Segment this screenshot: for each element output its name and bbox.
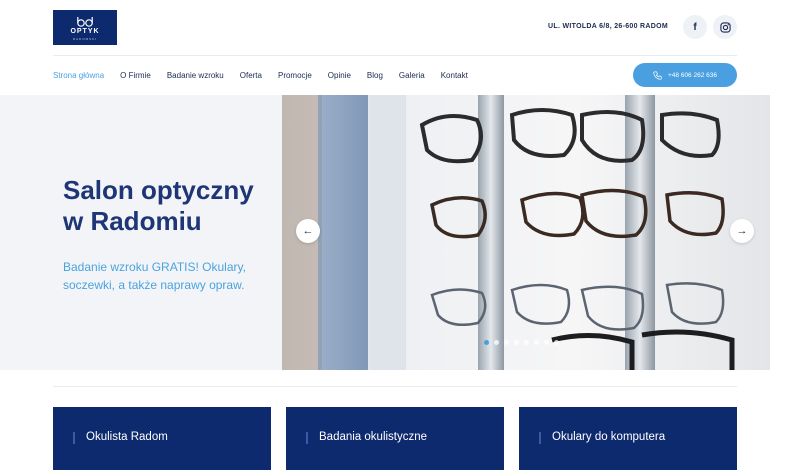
- logo-text: OPTYK: [70, 28, 100, 35]
- slider-dot[interactable]: [494, 340, 499, 345]
- slider-prev-arrow-icon[interactable]: ←: [296, 219, 320, 243]
- slider-dot[interactable]: [504, 340, 509, 345]
- nav-item-o-firmie[interactable]: O Firmie: [120, 71, 151, 80]
- slider-next-arrow-icon[interactable]: →: [730, 219, 754, 243]
- facebook-icon[interactable]: f: [683, 15, 707, 39]
- slider-dot[interactable]: [554, 340, 559, 345]
- service-card-badania[interactable]: Badania okulistyczne: [286, 407, 504, 470]
- page: OPTYK RADOMSKI UL. WITOLDA 6/8, 26-600 R…: [0, 0, 790, 470]
- section-divider: [53, 386, 737, 387]
- slider-dot[interactable]: [524, 340, 529, 345]
- nav-item-strona-główna[interactable]: Strona główna: [53, 71, 104, 80]
- header-divider: [53, 55, 737, 56]
- instagram-icon[interactable]: [713, 15, 737, 39]
- main-nav: Strona główna O Firmie Badanie wzroku Ofert…: [53, 71, 484, 80]
- phone-button[interactable]: +48 606 262 636: [633, 63, 737, 87]
- service-card-okulista[interactable]: Okulista Radom: [53, 407, 271, 470]
- card-label: Okulista Radom: [86, 431, 168, 443]
- nav-item-galeria[interactable]: Galeria: [399, 71, 425, 80]
- card-accent-bar: [73, 432, 75, 444]
- nav-item-promocje[interactable]: Promocje: [278, 71, 312, 80]
- nav-item-kontakt[interactable]: Kontakt: [441, 71, 468, 80]
- nav-item-blog[interactable]: Blog: [367, 71, 383, 80]
- card-label: Badania okulistyczne: [319, 431, 428, 443]
- card-accent-bar: [306, 432, 308, 444]
- slider-dot[interactable]: [514, 340, 519, 345]
- phone-icon: [653, 71, 662, 80]
- nav-item-oferta[interactable]: Oferta: [240, 71, 262, 80]
- hero-title: Salon optyczny w Radomiu: [63, 175, 254, 236]
- slider-dots: [484, 340, 559, 345]
- slider-dot[interactable]: [544, 340, 549, 345]
- hero-image: [282, 95, 770, 370]
- glasses-logo-icon: [77, 17, 93, 27]
- slider-dot[interactable]: [484, 340, 489, 345]
- logo-subtext: RADOMSKI: [72, 37, 97, 41]
- address: UL. WITOLDA 6/8, 26-600 RADOM: [548, 23, 668, 30]
- nav-item-opinie[interactable]: Opinie: [328, 71, 351, 80]
- card-accent-bar: [539, 432, 541, 444]
- phone-number: +48 606 262 636: [668, 71, 717, 79]
- service-card-okulary[interactable]: Okulary do komputera: [519, 407, 737, 470]
- hero-subtitle: Badanie wzroku GRATIS! Okulary, soczewki…: [63, 260, 246, 292]
- nav-item-badanie-wzroku[interactable]: Badanie wzroku: [167, 71, 224, 80]
- slider-dot[interactable]: [534, 340, 539, 345]
- logo[interactable]: OPTYK RADOMSKI: [53, 10, 117, 45]
- card-label: Okulary do komputera: [552, 431, 666, 443]
